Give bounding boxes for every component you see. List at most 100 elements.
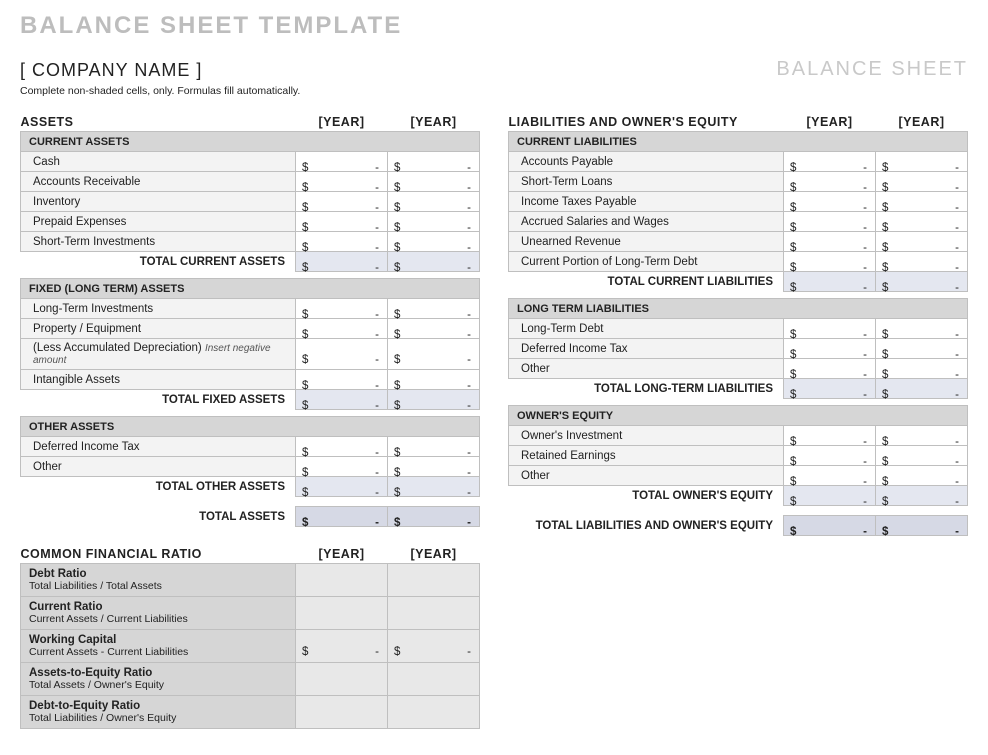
- other-assets-heading: OTHER ASSETS: [21, 417, 480, 437]
- total-liab-y2: $-: [876, 516, 968, 536]
- fixed-assets-y2-2[interactable]: $-: [388, 339, 480, 370]
- other-assets-total-y1: $-: [296, 477, 388, 497]
- current-assets-total-y1: $-: [296, 252, 388, 272]
- ratio-2-y1: $-: [296, 630, 388, 663]
- total-liab-label: TOTAL LIABILITIES AND OWNER'S EQUITY: [509, 516, 784, 536]
- other-assets-y2-1[interactable]: $-: [388, 457, 480, 477]
- current-liab-y2-5[interactable]: $-: [876, 252, 968, 272]
- total-assets-y1: $-: [296, 507, 388, 527]
- current-assets-total-y2: $-: [388, 252, 480, 272]
- current-liab-y2-2[interactable]: $-: [876, 192, 968, 212]
- current-liab-total-label: TOTAL CURRENT LIABILITIES: [509, 272, 784, 292]
- longterm-liab-total-label: TOTAL LONG-TERM LIABILITIES: [509, 379, 784, 399]
- current-liab-item-3: Accrued Salaries and Wages: [509, 212, 784, 232]
- year-col-1[interactable]: [YEAR]: [296, 111, 388, 132]
- fixed-assets-y1-2[interactable]: $-: [296, 339, 388, 370]
- current-liab-heading: CURRENT LIABILITIES: [509, 132, 968, 152]
- ratio-4: Debt-to-Equity RatioTotal Liabilities / …: [21, 696, 296, 729]
- current-assets-item-1: Accounts Receivable: [21, 172, 296, 192]
- current-assets-y2-0[interactable]: $-: [388, 152, 480, 172]
- current-assets-y2-4[interactable]: $-: [388, 232, 480, 252]
- current-liab-y1-5[interactable]: $-: [784, 252, 876, 272]
- current-assets-item-4: Short-Term Investments: [21, 232, 296, 252]
- owners-equity-y2-2[interactable]: $-: [876, 466, 968, 486]
- longterm-liab-total-y2: $-: [876, 379, 968, 399]
- fixed-assets-heading: FIXED (LONG TERM) ASSETS: [21, 279, 480, 299]
- other-assets-y1-1[interactable]: $-: [296, 457, 388, 477]
- ratio-2-y2: $-: [388, 630, 480, 663]
- current-assets-item-0: Cash: [21, 152, 296, 172]
- longterm-liab-y2-1[interactable]: $-: [876, 339, 968, 359]
- longterm-liab-y2-2[interactable]: $-: [876, 359, 968, 379]
- owners-equity-total-y2: $-: [876, 486, 968, 506]
- longterm-liab-y1-0[interactable]: $-: [784, 319, 876, 339]
- owners-equity-y2-1[interactable]: $-: [876, 446, 968, 466]
- fixed-assets-total-y2: $-: [388, 390, 480, 410]
- ratios-heading: COMMON FINANCIAL RATIO: [21, 543, 296, 564]
- owners-equity-y1-2[interactable]: $-: [784, 466, 876, 486]
- current-assets-y2-3[interactable]: $-: [388, 212, 480, 232]
- other-assets-total-label: TOTAL OTHER ASSETS: [21, 477, 296, 497]
- owners-equity-y2-0[interactable]: $-: [876, 426, 968, 446]
- current-assets-y2-2[interactable]: $-: [388, 192, 480, 212]
- total-assets-y2: $-: [388, 507, 480, 527]
- fixed-assets-y1-0[interactable]: $-: [296, 299, 388, 319]
- current-liab-y2-4[interactable]: $-: [876, 232, 968, 252]
- owners-equity-total-label: TOTAL OWNER'S EQUITY: [509, 486, 784, 506]
- other-assets-item-0: Deferred Income Tax: [21, 437, 296, 457]
- current-assets-y1-1[interactable]: $-: [296, 172, 388, 192]
- current-assets-y1-2[interactable]: $-: [296, 192, 388, 212]
- longterm-liab-heading: LONG TERM LIABILITIES: [509, 299, 968, 319]
- current-liab-y2-0[interactable]: $-: [876, 152, 968, 172]
- fixed-assets-y2-0[interactable]: $-: [388, 299, 480, 319]
- fixed-assets-item-3: Intangible Assets: [21, 370, 296, 390]
- ratio-1: Current RatioCurrent Assets / Current Li…: [21, 597, 296, 630]
- owners-equity-y1-0[interactable]: $-: [784, 426, 876, 446]
- ratio-year-2: [YEAR]: [388, 543, 480, 564]
- longterm-liab-item-0: Long-Term Debt: [509, 319, 784, 339]
- fixed-assets-item-2: (Less Accumulated Depreciation) Insert n…: [21, 339, 296, 370]
- ratio-0: Debt RatioTotal Liabilities / Total Asse…: [21, 564, 296, 597]
- current-liab-y1-4[interactable]: $-: [784, 232, 876, 252]
- instruction-text: Complete non-shaded cells, only. Formula…: [20, 85, 968, 97]
- ratio-0-y1: [296, 564, 388, 597]
- current-liab-item-1: Short-Term Loans: [509, 172, 784, 192]
- longterm-liab-y1-2[interactable]: $-: [784, 359, 876, 379]
- current-liab-y2-1[interactable]: $-: [876, 172, 968, 192]
- liabilities-table: LIABILITIES AND OWNER'S EQUITY [YEAR] [Y…: [508, 111, 968, 536]
- current-liab-y1-1[interactable]: $-: [784, 172, 876, 192]
- year-col-2[interactable]: [YEAR]: [388, 111, 480, 132]
- liab-year-2[interactable]: [YEAR]: [876, 111, 968, 132]
- current-assets-item-3: Prepaid Expenses: [21, 212, 296, 232]
- fixed-assets-item-0: Long-Term Investments: [21, 299, 296, 319]
- fixed-assets-total-label: TOTAL FIXED ASSETS: [21, 390, 296, 410]
- fixed-assets-y1-3[interactable]: $-: [296, 370, 388, 390]
- current-assets-y1-4[interactable]: $-: [296, 232, 388, 252]
- current-assets-y1-0[interactable]: $-: [296, 152, 388, 172]
- current-assets-y1-3[interactable]: $-: [296, 212, 388, 232]
- current-liab-y2-3[interactable]: $-: [876, 212, 968, 232]
- company-name[interactable]: [ COMPANY NAME ]: [20, 60, 202, 81]
- owners-equity-y1-1[interactable]: $-: [784, 446, 876, 466]
- current-liab-y1-3[interactable]: $-: [784, 212, 876, 232]
- longterm-liab-y2-0[interactable]: $-: [876, 319, 968, 339]
- current-assets-y2-1[interactable]: $-: [388, 172, 480, 192]
- current-liab-total-y2: $-: [876, 272, 968, 292]
- fixed-assets-y1-1[interactable]: $-: [296, 319, 388, 339]
- ratio-4-y1: [296, 696, 388, 729]
- liab-year-1[interactable]: [YEAR]: [784, 111, 876, 132]
- owners-equity-heading: OWNER'S EQUITY: [509, 406, 968, 426]
- document-label: BALANCE SHEET: [776, 58, 968, 81]
- current-liab-y1-0[interactable]: $-: [784, 152, 876, 172]
- fixed-assets-y2-3[interactable]: $-: [388, 370, 480, 390]
- owners-equity-item-2: Other: [509, 466, 784, 486]
- longterm-liab-item-2: Other: [509, 359, 784, 379]
- current-liab-y1-2[interactable]: $-: [784, 192, 876, 212]
- current-assets-heading: CURRENT ASSETS: [21, 132, 480, 152]
- other-assets-y2-0[interactable]: $-: [388, 437, 480, 457]
- fixed-assets-y2-1[interactable]: $-: [388, 319, 480, 339]
- other-assets-y1-0[interactable]: $-: [296, 437, 388, 457]
- fixed-assets-total-y1: $-: [296, 390, 388, 410]
- longterm-liab-y1-1[interactable]: $-: [784, 339, 876, 359]
- liab-heading: LIABILITIES AND OWNER'S EQUITY: [509, 111, 784, 132]
